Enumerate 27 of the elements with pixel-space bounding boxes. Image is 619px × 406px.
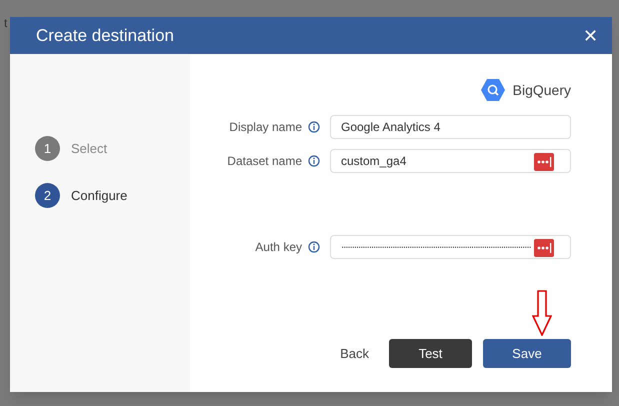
field-value: custom_ga4 (341, 153, 406, 170)
background-text: t (4, 15, 8, 32)
destination-name: BigQuery (512, 80, 571, 100)
step-label: Configure (71, 186, 128, 205)
field-label: Dataset name (227, 153, 302, 170)
step-number: 1 (35, 136, 60, 161)
info-icon (308, 121, 320, 133)
field-label: Auth key (255, 239, 302, 256)
dialog-title: Create destination (36, 24, 174, 47)
bigquery-logo-icon (480, 79, 505, 101)
password-manager-icon[interactable] (534, 239, 554, 257)
arrow-annotation-icon (532, 290, 552, 336)
field-value: ························································································· (341, 240, 531, 254)
field-value: Google Analytics 4 (341, 119, 440, 136)
action-button[interactable]: Save (483, 339, 571, 368)
field-label: Display name (229, 119, 302, 136)
action-button[interactable]: Test (389, 339, 472, 368)
input-field[interactable]: Google Analytics 4 (330, 115, 571, 139)
password-field[interactable]: ························································································· (330, 235, 571, 259)
info-icon (308, 155, 320, 167)
step-label: Select (71, 140, 108, 158)
input-field[interactable]: custom_ga4 (330, 149, 571, 173)
info-icon (308, 241, 320, 253)
back-link[interactable]: Back (336, 339, 373, 368)
close-button[interactable]: ✕ (583, 26, 598, 44)
password-manager-icon[interactable] (534, 153, 554, 171)
step-number: 2 (35, 183, 60, 208)
